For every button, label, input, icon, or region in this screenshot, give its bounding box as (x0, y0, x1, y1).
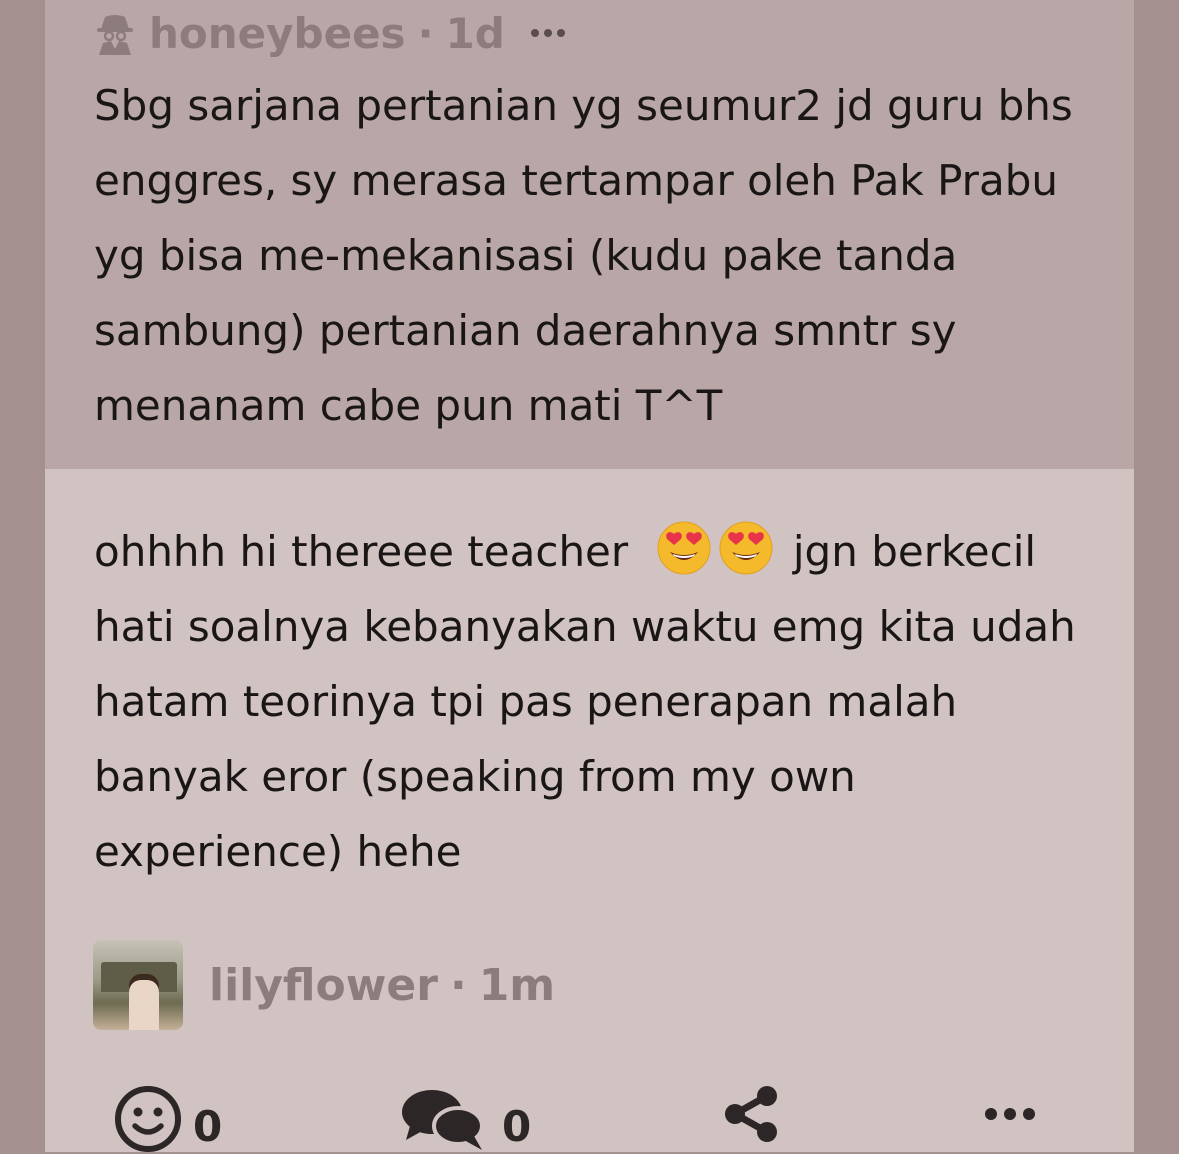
smiley-icon (115, 1086, 181, 1152)
reply-separator: · (449, 959, 467, 1011)
reply-text: ohhhh hi thereee teacher jgn berkecil ha… (94, 514, 1104, 889)
more-icon[interactable] (985, 1108, 1035, 1120)
reply-author[interactable]: lilyflower · 1m (93, 940, 555, 1030)
heart-eyes-emoji (657, 521, 711, 575)
quoted-timestamp: 1d (445, 8, 505, 58)
avatar[interactable] (93, 940, 183, 1030)
quoted-more-icon[interactable] (530, 29, 565, 37)
reply-timestamp: 1m (478, 959, 556, 1011)
post-column: honeybees · 1d Sbg sarjana pertanian yg … (45, 0, 1134, 1152)
quoted-post[interactable]: honeybees · 1d Sbg sarjana pertanian yg … (45, 0, 1134, 469)
quoted-post-text: Sbg sarjana pertanian yg seumur2 jd guru… (94, 81, 1073, 430)
reply-text-end: jgn berkecil hati soalnya kebanyakan wak… (94, 527, 1076, 876)
comment-button[interactable]: 0 (400, 1084, 531, 1154)
comments-icon (402, 1090, 484, 1150)
share-icon[interactable] (721, 1084, 781, 1144)
reaction-count: 0 (193, 1101, 223, 1151)
heart-eyes-emoji (719, 521, 773, 575)
quoted-post-header: honeybees · 1d (93, 6, 565, 60)
quoted-separator: · (417, 8, 434, 58)
reply-text-start: ohhhh hi thereee teacher (94, 527, 629, 576)
spy-icon (97, 15, 133, 55)
reply-author-name[interactable]: lilyflower (209, 960, 438, 1011)
reaction-button[interactable]: 0 (113, 1084, 222, 1154)
quoted-author-name[interactable]: honeybees (149, 9, 406, 58)
action-bar: 0 0 (45, 1076, 1134, 1152)
comment-count: 0 (502, 1101, 532, 1151)
